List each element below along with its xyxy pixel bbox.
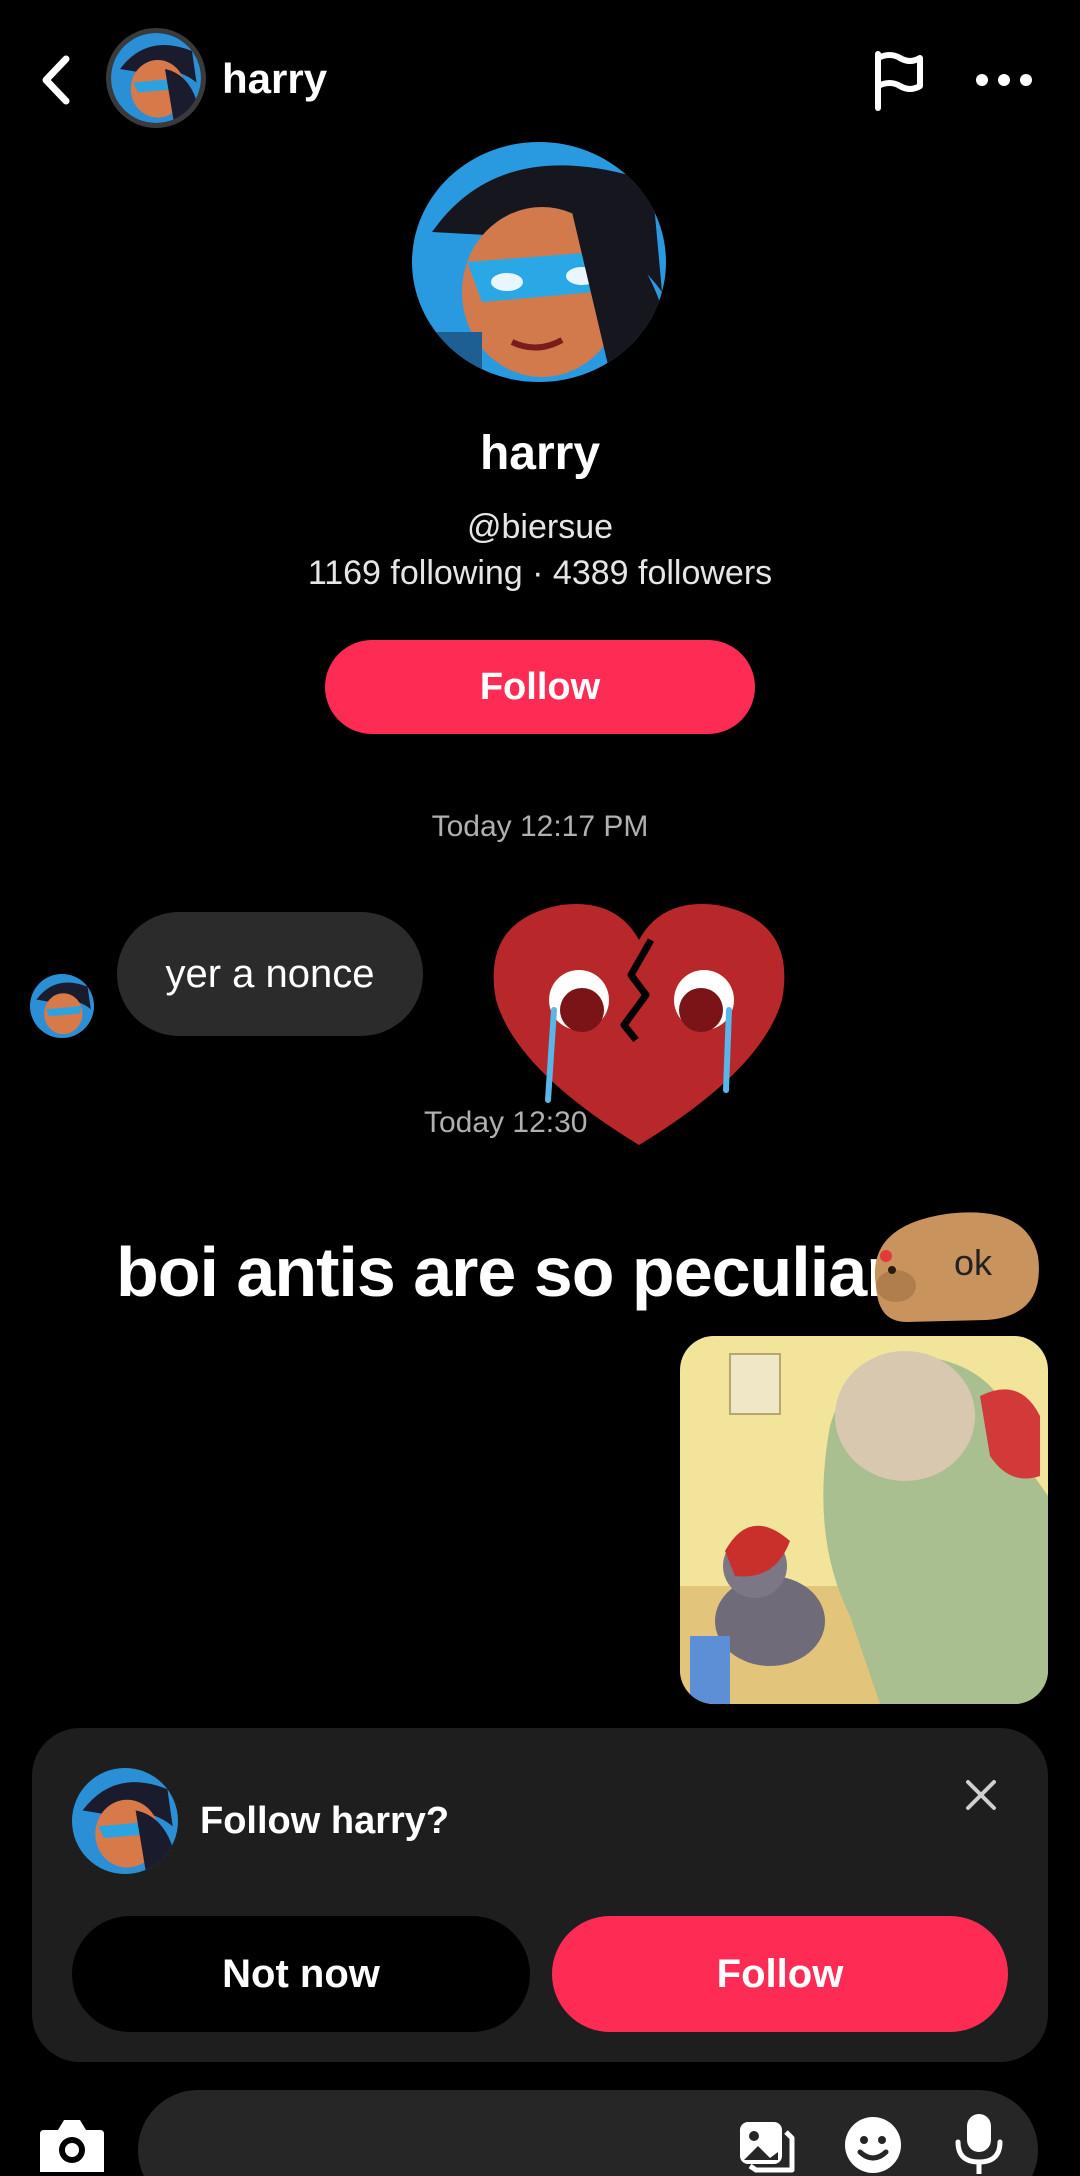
gallery-icon[interactable] [736,2116,798,2176]
broken-heart-sticker[interactable] [486,900,792,1150]
prompt-follow-button[interactable]: Follow [552,1916,1008,2032]
back-icon[interactable] [30,45,90,115]
emoji-icon[interactable] [842,2114,904,2176]
follow-button[interactable]: Follow [325,640,755,734]
close-icon[interactable] [956,1770,1006,1820]
shared-image[interactable] [680,1336,1048,1704]
header-title[interactable]: harry [222,55,327,103]
profile-stats: 1169 following · 4389 followers [307,554,773,592]
profile-handle: @biersue [466,508,614,546]
prompt-title: Follow harry? [200,1800,450,1842]
flag-icon[interactable] [868,48,928,114]
prompt-avatar [72,1768,178,1874]
camera-icon[interactable] [36,2112,108,2176]
message-bubble[interactable]: yer a nonce [117,912,423,1036]
chat-header: harry [0,0,1080,150]
header-avatar[interactable] [106,28,206,128]
profile-avatar[interactable] [412,142,666,382]
microphone-icon[interactable] [952,2110,1006,2176]
more-icon[interactable] [972,58,1036,102]
profile-name: harry [479,427,601,480]
message-timestamp: Today 12:17 PM [431,810,649,843]
overlay-caption: boi antis are so peculiar [116,1233,893,1311]
sticker-label: ok [954,1242,993,1283]
follow-prompt-card: Follow harry? Not now Follow [32,1728,1048,2062]
not-now-button[interactable]: Not now [72,1916,530,2032]
chat-screen: harry harry @biersue 1169 following · 43… [0,0,1080,2176]
sender-avatar[interactable] [30,974,94,1038]
